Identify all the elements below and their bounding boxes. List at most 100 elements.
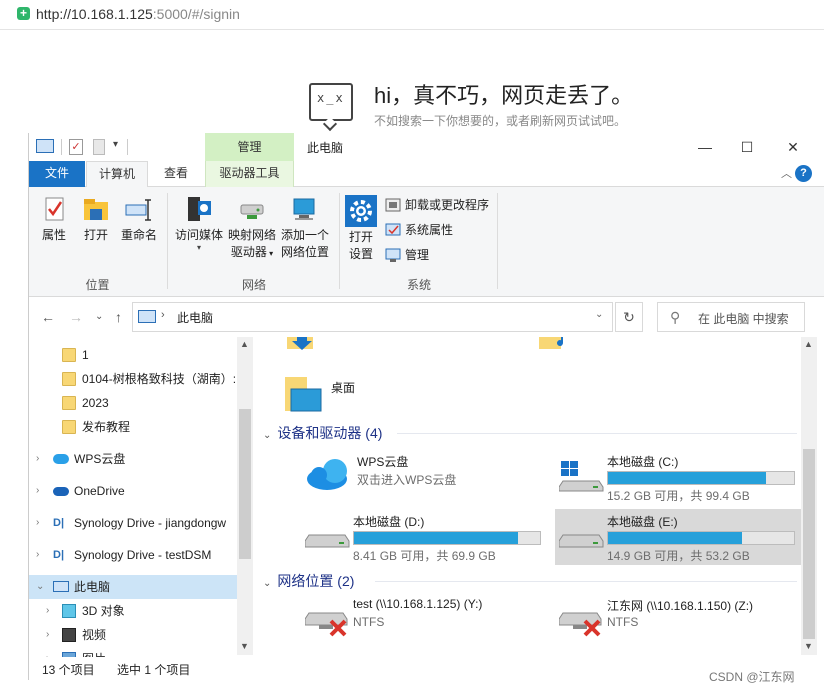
- scrollbar-thumb[interactable]: [803, 449, 815, 639]
- chevron-down-icon: ⌄: [263, 578, 272, 589]
- network-location-icon: [291, 195, 319, 223]
- chevron-right-icon[interactable]: ›: [36, 479, 39, 503]
- tree-item-folder-0104[interactable]: 0104-树根格致科技（湖南）:: [29, 367, 239, 391]
- desktop-folder[interactable]: 桌面: [283, 371, 433, 415]
- wps-cloud-item[interactable]: WPS云盘 双击进入WPS云盘: [301, 449, 551, 505]
- tree-item-folder-2023[interactable]: 2023: [29, 391, 239, 415]
- scroll-up-icon[interactable]: ▲: [240, 339, 249, 349]
- search-input[interactable]: ⚲ 在 此电脑 中搜索: [657, 302, 805, 332]
- drive-d-name: 本地磁盘 (D:): [353, 515, 425, 529]
- rename-button[interactable]: 重命名: [119, 195, 159, 244]
- chevron-right-icon[interactable]: ›: [36, 511, 39, 535]
- browser-address-bar[interactable]: + http://10.168.1.125:5000/#/signin: [0, 0, 824, 30]
- tree-item-label: 图片: [82, 647, 106, 657]
- drive-c-item[interactable]: 本地磁盘 (C:) 15.2 GB 可用，共 99.4 GB: [555, 449, 803, 505]
- search-placeholder: 在 此电脑 中搜索: [698, 312, 789, 326]
- chevron-right-icon[interactable]: ›: [46, 647, 49, 657]
- divider: [167, 193, 168, 289]
- open-folder-icon: [82, 195, 110, 223]
- context-tab-manage[interactable]: 管理: [205, 133, 294, 161]
- search-icon: ⚲: [670, 309, 681, 325]
- folder-icon: [62, 396, 76, 410]
- address-url[interactable]: http://10.168.1.125:5000/#/signin: [36, 6, 240, 22]
- refresh-button[interactable]: ↻: [615, 302, 643, 332]
- chevron-right-icon[interactable]: ›: [36, 543, 39, 567]
- properties-quick-icon[interactable]: ✓: [69, 139, 83, 155]
- tree-item-3d-objects[interactable]: › 3D 对象: [29, 599, 239, 623]
- open-button[interactable]: 打开: [79, 195, 113, 244]
- help-icon[interactable]: ?: [795, 165, 812, 182]
- recent-chevron-icon[interactable]: ⌄: [95, 311, 103, 322]
- chevron-right-icon[interactable]: ›: [46, 599, 49, 623]
- media-server-icon: [185, 195, 213, 223]
- tree-item-this-pc[interactable]: ⌄ 此电脑: [29, 575, 239, 599]
- tree-item-wps-cloud[interactable]: › WPS云盘: [29, 447, 239, 471]
- bubble-tail: [322, 116, 338, 132]
- uninstall-program-button[interactable]: 卸载或更改程序: [385, 195, 489, 215]
- network-drive-z-item[interactable]: 江东网 (\\10.168.1.150) (Z:) NTFS: [555, 593, 803, 643]
- 3d-objects-icon: [62, 604, 76, 618]
- computer-icon: [138, 310, 156, 323]
- scroll-down-icon[interactable]: ▼: [804, 641, 813, 651]
- item-count: 13 个项目: [42, 663, 95, 677]
- scrollbar-thumb[interactable]: [239, 409, 251, 559]
- music-folder-icon[interactable]: [539, 337, 571, 353]
- breadcrumb-chevron-icon[interactable]: ›: [161, 309, 165, 321]
- network-section-header[interactable]: ⌄ 网络位置 (2): [263, 571, 354, 591]
- group-label-location: 位置: [85, 278, 110, 292]
- drive-d-item[interactable]: 本地磁盘 (D:) 8.41 GB 可用，共 69.9 GB: [301, 509, 551, 565]
- downloads-folder-icon[interactable]: [287, 337, 319, 353]
- path-dropdown-icon[interactable]: ⌄: [595, 309, 603, 320]
- devices-section-header[interactable]: ⌄ 设备和驱动器 (4): [263, 423, 382, 443]
- forward-arrow-icon[interactable]: →: [69, 309, 83, 325]
- tree-item-synology-jiangdong[interactable]: › D| Synology Drive - jiangdongw: [29, 511, 239, 535]
- chevron-down-icon[interactable]: ⌄: [36, 575, 44, 599]
- back-arrow-icon[interactable]: ←: [41, 309, 55, 325]
- tree-item-onedrive[interactable]: › OneDrive: [29, 479, 239, 503]
- ribbon: 属性 打开 重命名 位置 访问媒体 ▾ 映射网络 驱动器 ▾ 添加一个 网络位置…: [29, 187, 824, 297]
- url-path: :5000/#/signin: [152, 6, 240, 22]
- tab-file[interactable]: 文件: [29, 161, 85, 187]
- scroll-down-icon[interactable]: ▼: [240, 641, 249, 651]
- status-bar: 13 个项目 选中 1 个项目: [29, 657, 824, 680]
- map-network-drive-button[interactable]: 映射网络 驱动器 ▾: [227, 195, 277, 262]
- maximize-button[interactable]: ☐: [737, 137, 757, 157]
- manage-button[interactable]: 管理: [385, 245, 429, 265]
- minimize-button[interactable]: —: [695, 137, 715, 157]
- chevron-right-icon[interactable]: ›: [46, 623, 49, 647]
- drive-d-usage-bar: [353, 531, 541, 545]
- tree-item-label: 视频: [82, 628, 107, 642]
- properties-button[interactable]: 属性: [37, 195, 71, 244]
- network-drive-y-fs: NTFS: [353, 615, 385, 629]
- map-drive-label-1: 映射网络: [227, 228, 276, 242]
- tree-item-pictures[interactable]: › 图片: [29, 647, 239, 657]
- drive-e-usage-bar: [607, 531, 795, 545]
- tree-item-folder-1[interactable]: 1: [29, 343, 239, 367]
- address-path[interactable]: › 此电脑 ⌄: [132, 302, 613, 332]
- up-arrow-icon[interactable]: ↑: [115, 309, 122, 325]
- collapse-ribbon-icon[interactable]: ︿: [781, 165, 792, 181]
- network-drive-y-item[interactable]: test (\\10.168.1.125) (Y:) NTFS: [301, 593, 551, 643]
- system-properties-button[interactable]: 系统属性: [385, 220, 453, 240]
- tab-drive-tools[interactable]: 驱动器工具: [205, 161, 294, 187]
- drive-e-item[interactable]: 本地磁盘 (E:) 14.9 GB 可用，共 53.2 GB: [555, 509, 803, 565]
- chevron-right-icon[interactable]: ›: [36, 447, 39, 471]
- open-settings-button[interactable]: 打开 设置: [343, 195, 379, 263]
- scroll-up-icon[interactable]: ▲: [804, 339, 813, 349]
- tab-view[interactable]: 查看: [154, 161, 198, 187]
- quick-access-dropdown-icon[interactable]: ▾: [113, 139, 123, 155]
- new-folder-quick-icon[interactable]: [93, 139, 105, 155]
- tab-computer[interactable]: 计算机: [86, 161, 148, 188]
- desktop-label: 桌面: [331, 381, 356, 395]
- map-drive-label-2-row: 驱动器 ▾: [227, 244, 277, 262]
- tree-item-synology-testdsm[interactable]: › D| Synology Drive - testDSM: [29, 543, 239, 567]
- add-network-location-button[interactable]: 添加一个 网络位置: [279, 195, 331, 261]
- tree-item-video[interactable]: › 视频: [29, 623, 239, 647]
- access-media-button[interactable]: 访问媒体 ▾: [173, 195, 225, 252]
- navigation-pane-scrollbar[interactable]: ▲ ▼: [237, 337, 253, 655]
- close-button[interactable]: ✕: [783, 137, 803, 157]
- breadcrumb-this-pc[interactable]: 此电脑: [177, 309, 213, 326]
- tree-item-folder-tutorial[interactable]: 发布教程: [29, 415, 239, 439]
- content-scrollbar[interactable]: ▲ ▼: [801, 337, 817, 655]
- disconnected-network-drive-icon: [305, 612, 348, 637]
